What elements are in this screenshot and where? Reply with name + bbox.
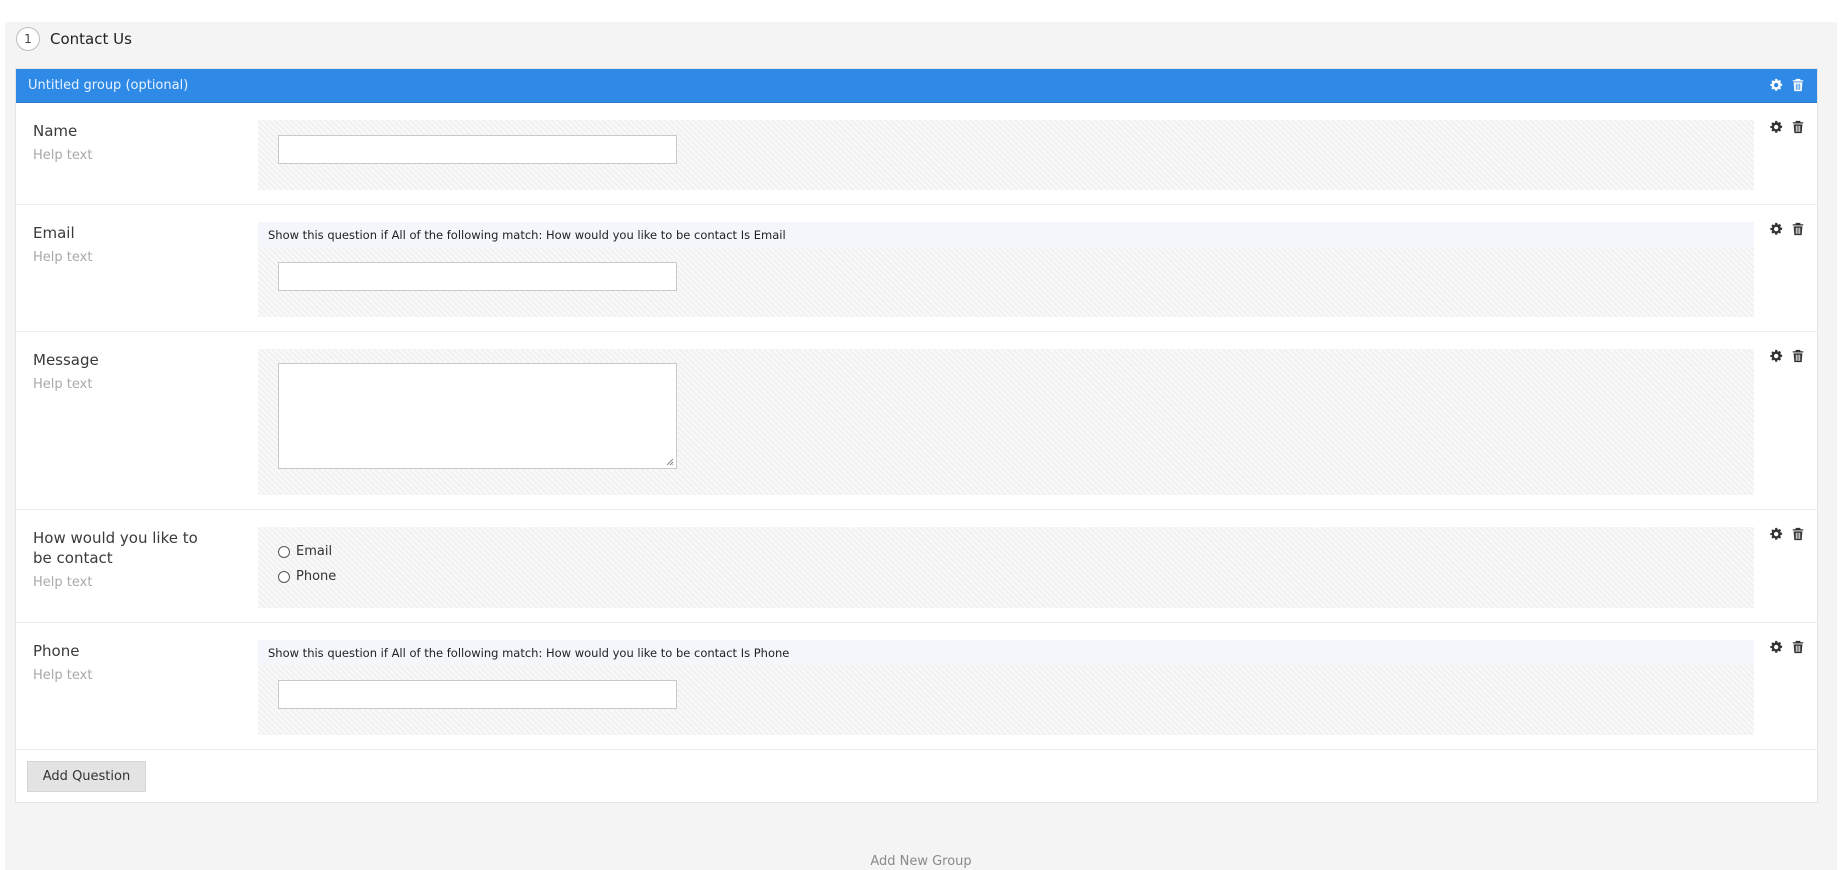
- question-label[interactable]: Name: [33, 121, 218, 141]
- gear-icon[interactable]: [1769, 349, 1783, 363]
- gear-icon[interactable]: [1769, 527, 1783, 541]
- message-textarea[interactable]: [278, 363, 677, 469]
- question-preview-area[interactable]: [258, 349, 1754, 495]
- radio-option-phone[interactable]: Phone: [278, 569, 336, 584]
- trash-icon[interactable]: [1791, 349, 1805, 363]
- add-question-row: Add Question: [16, 750, 1817, 802]
- step-title[interactable]: Contact Us: [50, 30, 132, 48]
- resize-grip-icon[interactable]: [666, 458, 674, 466]
- question-phone: Phone Help text Show this question if Al…: [16, 623, 1817, 750]
- question-preview-area[interactable]: Show this question if All of the followi…: [258, 640, 1754, 735]
- add-new-group-link[interactable]: Add New Group: [0, 854, 1842, 869]
- group-actions: [1769, 78, 1805, 92]
- question-contact-method: How would you like to be contact Help te…: [16, 510, 1817, 623]
- group-title[interactable]: Untitled group (optional): [28, 78, 188, 93]
- trash-icon[interactable]: [1791, 222, 1805, 236]
- question-label[interactable]: How would you like to be contact: [33, 528, 218, 568]
- question-help-text[interactable]: Help text: [33, 668, 218, 683]
- group-header-bar: Untitled group (optional): [16, 69, 1817, 103]
- radio-button[interactable]: [278, 570, 290, 583]
- gear-icon[interactable]: [1769, 78, 1783, 92]
- question-preview-area[interactable]: Email Phone: [258, 527, 1754, 608]
- step-header: 1 Contact Us: [16, 24, 132, 54]
- gear-icon[interactable]: [1769, 120, 1783, 134]
- question-label[interactable]: Phone: [33, 641, 218, 661]
- add-question-button[interactable]: Add Question: [27, 761, 146, 792]
- trash-icon[interactable]: [1791, 527, 1805, 541]
- gear-icon[interactable]: [1769, 222, 1783, 236]
- gear-icon[interactable]: [1769, 640, 1783, 654]
- question-label[interactable]: Email: [33, 223, 218, 243]
- condition-notice: Show this question if All of the followi…: [258, 640, 1754, 665]
- question-preview-area[interactable]: [258, 120, 1754, 190]
- question-email: Email Help text Show this question if Al…: [16, 205, 1817, 332]
- trash-icon[interactable]: [1791, 640, 1805, 654]
- name-input[interactable]: [278, 135, 677, 164]
- question-help-text[interactable]: Help text: [33, 148, 218, 163]
- trash-icon[interactable]: [1791, 120, 1805, 134]
- step-number-badge: 1: [16, 27, 40, 51]
- radio-label: Email: [296, 544, 333, 559]
- condition-notice: Show this question if All of the followi…: [258, 222, 1754, 247]
- question-preview-area[interactable]: Show this question if All of the followi…: [258, 222, 1754, 317]
- question-help-text[interactable]: Help text: [33, 575, 218, 590]
- radio-label: Phone: [296, 569, 337, 584]
- question-name: Name Help text: [16, 103, 1817, 205]
- question-group: Untitled group (optional) Name Help text…: [15, 68, 1818, 803]
- radio-button[interactable]: [278, 545, 290, 558]
- question-help-text[interactable]: Help text: [33, 250, 218, 265]
- phone-input[interactable]: [278, 680, 677, 709]
- question-label[interactable]: Message: [33, 350, 218, 370]
- question-help-text[interactable]: Help text: [33, 377, 218, 392]
- email-input[interactable]: [278, 262, 677, 291]
- radio-option-email[interactable]: Email: [278, 544, 332, 559]
- question-message: Message Help text: [16, 332, 1817, 510]
- trash-icon[interactable]: [1791, 78, 1805, 92]
